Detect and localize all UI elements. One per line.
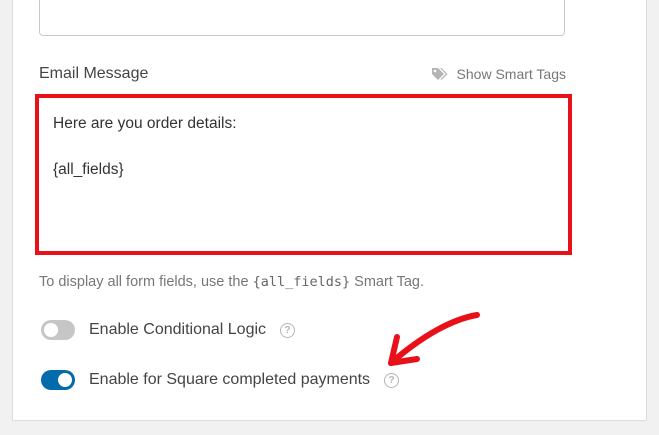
square-payments-toggle[interactable] <box>41 370 75 390</box>
help-text-suffix: Smart Tag. <box>350 274 424 290</box>
help-text-prefix: To display all form fields, use the <box>39 274 253 290</box>
show-smart-tags-label: Show Smart Tags <box>456 66 566 82</box>
question-circle-icon[interactable]: ? <box>280 322 296 338</box>
conditional-logic-row: Enable Conditional Logic ? <box>41 320 296 340</box>
email-message-textarea[interactable]: Here are you order details: {all_fields} <box>35 94 572 255</box>
square-payments-label[interactable]: Enable for Square completed payments <box>89 371 370 389</box>
help-text-tag: {all_fields} <box>252 274 351 290</box>
conditional-logic-toggle[interactable] <box>41 320 75 340</box>
email-message-label: Email Message <box>39 65 149 82</box>
notification-settings-panel: Email Message Show Smart Tags Here are y… <box>12 0 647 421</box>
editor-line: {all_fields} <box>53 161 124 179</box>
help-text: To display all form fields, use the {all… <box>39 274 424 290</box>
toggle-knob <box>44 323 58 337</box>
show-smart-tags-link[interactable]: Show Smart Tags <box>431 66 566 82</box>
toggle-knob <box>58 373 72 387</box>
tags-icon <box>431 67 451 81</box>
conditional-logic-label[interactable]: Enable Conditional Logic <box>89 321 266 339</box>
previous-field-input[interactable] <box>39 0 565 36</box>
square-payments-row: Enable for Square completed payments ? <box>41 370 400 390</box>
editor-line: Here are you order details: <box>53 115 237 132</box>
annotation-arrow-icon <box>388 312 480 366</box>
